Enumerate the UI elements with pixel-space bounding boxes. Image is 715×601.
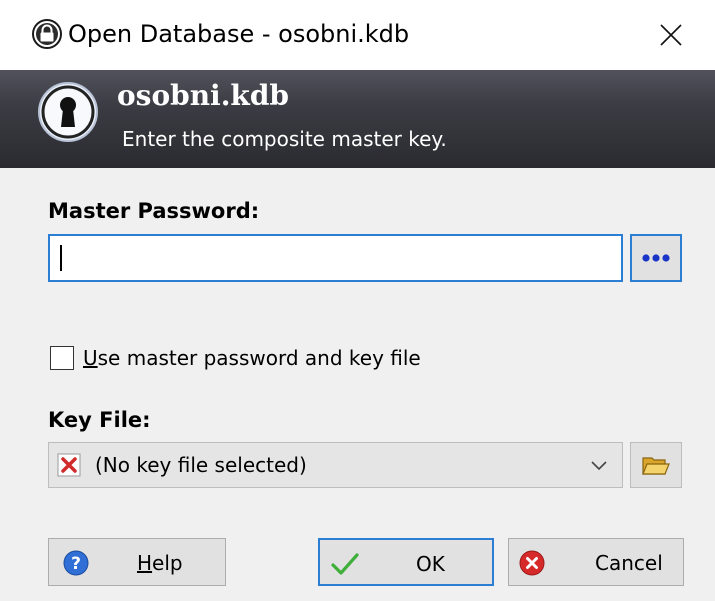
reveal-dots-icon bbox=[642, 254, 670, 262]
mnemonic-u: U bbox=[83, 346, 98, 370]
browse-key-file-button[interactable] bbox=[630, 442, 682, 488]
ok-button[interactable]: OK bbox=[318, 538, 494, 586]
mnemonic-h: H bbox=[137, 551, 153, 575]
cancel-button-label: Cancel bbox=[595, 551, 663, 575]
help-label-rest: elp bbox=[152, 551, 183, 575]
key-file-dropdown[interactable]: (No key file selected) bbox=[48, 442, 623, 488]
master-password-label: Master Password: bbox=[48, 199, 260, 223]
key-file-label: Key File: bbox=[48, 408, 151, 432]
header-banner bbox=[0, 70, 715, 168]
ok-button-label: OK bbox=[416, 552, 445, 576]
folder-icon bbox=[642, 457, 670, 475]
text-caret bbox=[60, 245, 62, 271]
help-button-label: Help bbox=[137, 549, 183, 577]
help-button[interactable]: ? Help bbox=[48, 538, 226, 586]
master-password-input[interactable] bbox=[48, 234, 623, 282]
keyhole-icon bbox=[38, 82, 98, 142]
checkmark-icon bbox=[331, 553, 359, 575]
banner-subtitle: Enter the composite master key. bbox=[122, 127, 447, 151]
use-key-file-label[interactable]: Use master password and key file bbox=[83, 344, 421, 372]
key-file-selected-value: (No key file selected) bbox=[95, 453, 307, 477]
window-title: Open Database - osobni.kdb bbox=[68, 20, 410, 48]
close-button[interactable] bbox=[627, 0, 715, 70]
cancel-icon bbox=[519, 550, 545, 576]
red-x-icon bbox=[57, 453, 81, 477]
use-key-file-checkbox[interactable] bbox=[50, 346, 74, 370]
checkbox-label-text: se master password and key file bbox=[97, 346, 421, 370]
lock-icon bbox=[32, 19, 62, 49]
banner-title: osobni.kdb bbox=[117, 79, 289, 112]
cancel-button[interactable]: Cancel bbox=[508, 538, 684, 586]
close-icon bbox=[660, 24, 682, 46]
chevron-down-icon bbox=[591, 461, 607, 471]
svg-text:?: ? bbox=[71, 554, 81, 574]
help-icon: ? bbox=[63, 550, 89, 576]
open-database-dialog: Open Database - osobni.kdb osobni.kdb En… bbox=[0, 0, 715, 601]
reveal-password-button[interactable] bbox=[630, 234, 682, 282]
title-bar: Open Database - osobni.kdb bbox=[0, 0, 715, 70]
